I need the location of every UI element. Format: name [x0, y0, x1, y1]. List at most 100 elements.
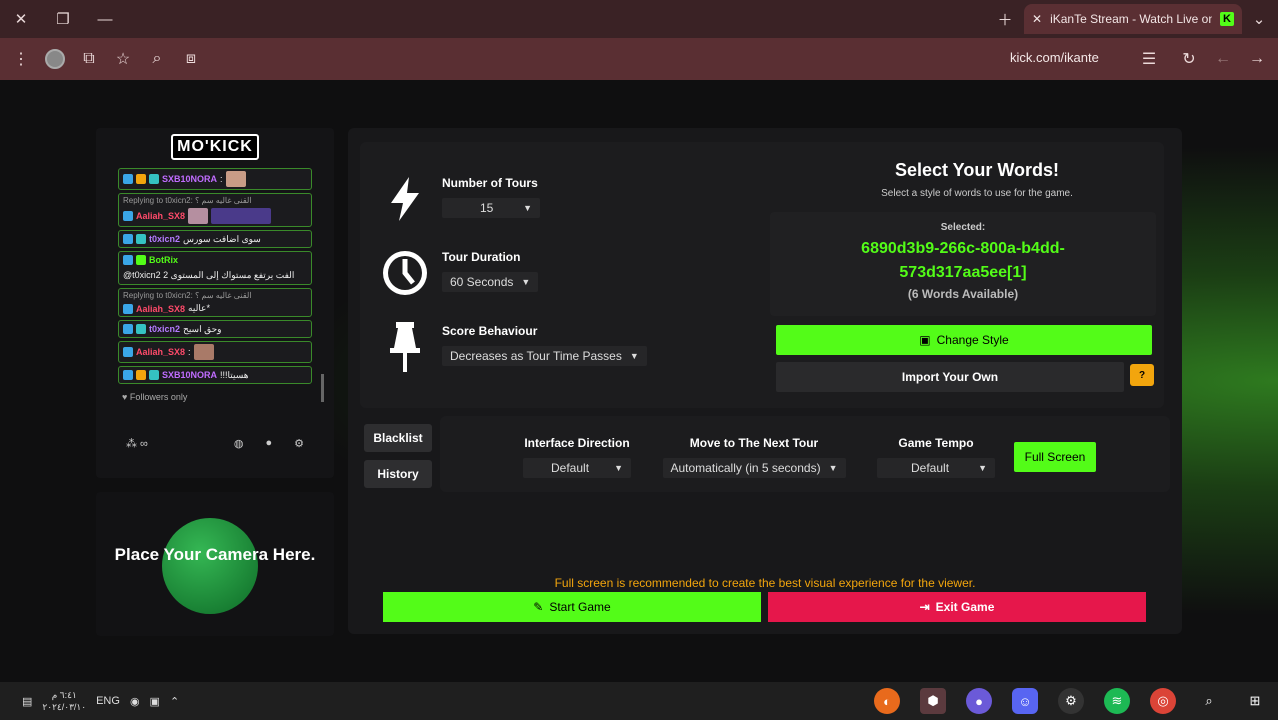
help-button[interactable]: ? [1130, 364, 1154, 386]
blacklist-button[interactable]: Blacklist [364, 424, 432, 452]
chat-message: Replying to t0xicn2: القنى غاليه سم ؟ Aa… [118, 193, 312, 227]
tour-duration-setting: Tour Duration 60 Seconds ▼ [380, 248, 539, 298]
chevron-down-icon: ▼ [523, 203, 532, 213]
emote-icon[interactable]: ◍ [234, 437, 244, 450]
avatar [45, 49, 65, 69]
words-subtitle: Select a style of words to use for the g… [881, 188, 1073, 199]
spotify-icon[interactable]: ≋ [1104, 688, 1130, 714]
page-content: MO'KICK SXB10NORA : Replying to t0xicn2:… [0, 80, 1278, 682]
search-icon[interactable]: ⌕ [1196, 688, 1222, 714]
chat-panel: MO'KICK SXB10NORA : Replying to t0xicn2:… [96, 128, 334, 478]
chevron-down-icon: ▼ [521, 277, 531, 287]
pencil-icon: ✎ [533, 600, 544, 614]
game-settings-panel: Number of Tours 15 ▼ Tour Duration 60 Sec… [348, 128, 1182, 634]
restore-window-icon[interactable]: ❐ [42, 0, 84, 38]
gear-icon[interactable]: ⚙ [294, 437, 304, 450]
game-tempo-option: Game Tempo Default ▼ [876, 434, 996, 478]
search-icon[interactable]: ⌕ [140, 42, 174, 76]
words-title: Select Your Words! [894, 160, 1060, 180]
chevron-down-icon: ▼ [978, 463, 987, 473]
close-window-icon[interactable]: ✕ [0, 0, 42, 38]
interface-options-row: Interface Direction Default ▼ Move to The… [440, 416, 1170, 492]
taskbar: ▤ ٦:٤١ م ٢٠٢٤/٠٣/١٠ ENG ◉ ▣ ⌃ ◐ ⬢ ● ☺ ⚙ … [0, 682, 1278, 720]
score-behaviour-setting: Score Behaviour Decreases as Tour Time P… [380, 322, 647, 372]
firefox-icon[interactable]: ◐ [874, 688, 900, 714]
translate-icon[interactable]: ⧈ [174, 42, 208, 76]
chat-username[interactable]: t0xicn2 [149, 324, 180, 334]
chat-username[interactable]: Aaliah_SX8 [136, 211, 185, 221]
history-button[interactable]: History [364, 460, 432, 488]
chat-icon[interactable]: ● [265, 437, 272, 450]
chat-username[interactable]: BotRix [149, 255, 178, 265]
users-icon[interactable]: ⁂ ∞ [126, 437, 148, 450]
import-your-own-button[interactable]: Import Your Own [776, 362, 1124, 392]
chat-username[interactable]: t0xicn2 [149, 234, 180, 244]
tray-app-icon[interactable]: ▣ [150, 695, 160, 708]
duration-select[interactable]: 60 Seconds ▼ [442, 272, 539, 292]
chat-username[interactable]: SXB10NORA [162, 174, 217, 184]
site-settings-icon[interactable]: ☰ [1132, 42, 1166, 76]
full-screen-recommendation: Full screen is recommended to create the… [554, 576, 976, 590]
change-style-button[interactable]: ▣ Change Style [776, 325, 1152, 355]
extensions-icon[interactable]: ⧉ [72, 42, 106, 76]
chevron-down-icon: ▼ [629, 351, 639, 361]
direction-select[interactable]: Default ▼ [523, 458, 631, 478]
interface-direction-option: Interface Direction Default ▼ [522, 434, 632, 478]
chevron-down-icon: ▼ [614, 463, 623, 473]
mokick-logo: MO'KICK [96, 134, 334, 160]
lightning-icon [380, 174, 430, 224]
words-available-count: (6 Words Available) [907, 287, 1019, 301]
close-tab-icon[interactable]: ✕ [1032, 12, 1042, 26]
new-tab-icon[interactable]: ＋ [984, 0, 1026, 38]
windows-start-icon[interactable]: ⊞ [1242, 688, 1268, 714]
taskbar-apps: ◐ ⬢ ● ☺ ⚙ ≋ ◎ ⌕ ⊞ [874, 682, 1268, 720]
clock-icon [380, 248, 430, 298]
tab-list-chevron-icon[interactable]: ⌄ [1238, 0, 1278, 38]
full-screen-button[interactable]: Full Screen [1014, 442, 1096, 472]
chat-username[interactable]: Aaliah_SX8 [136, 347, 185, 357]
minimize-window-icon[interactable]: — [84, 0, 126, 38]
emote-image [188, 208, 209, 224]
tours-select[interactable]: 15 ▼ [442, 198, 540, 218]
back-arrow-icon[interactable]: ← [1206, 42, 1240, 76]
tempo-select[interactable]: Default ▼ [877, 458, 995, 478]
tab-title: iKanTe Stream - Watch Live on [1050, 12, 1212, 26]
exit-game-button[interactable]: ⇥ Exit Game [768, 592, 1146, 622]
next-tour-select[interactable]: Automatically (in 5 seconds) ▼ [662, 458, 846, 478]
chat-username[interactable]: Aaliah_SX8 [136, 304, 185, 314]
chat-scrollbar[interactable] [321, 374, 324, 402]
menu-dots-icon[interactable]: ⋮ [4, 42, 38, 76]
language-indicator[interactable]: ENG [96, 695, 120, 707]
score-select[interactable]: Decreases as Tour Time Passes ▼ [442, 346, 647, 366]
discord-tray-icon[interactable]: ◉ [130, 695, 140, 708]
emote-image [211, 208, 272, 224]
address-bar-url[interactable]: kick.com/ikante [1010, 50, 1099, 65]
steam-icon[interactable]: ⚙ [1058, 688, 1084, 714]
emote-image [193, 344, 214, 360]
reload-icon[interactable]: ↻ [1172, 42, 1206, 76]
chat-message: Replying to t0xicn2: القنى غاليه سم ؟ Aa… [118, 288, 312, 317]
chat-username[interactable]: SXB10NORA [162, 370, 217, 380]
camera-placeholder-text: Place Your Camera Here. [114, 545, 316, 564]
clock[interactable]: ٦:٤١ م ٢٠٢٤/٠٣/١٠ [42, 689, 86, 713]
exit-door-icon: ⇥ [919, 600, 930, 614]
next-tour-option: Move to The Next Tour Automatically (in … [662, 434, 846, 478]
active-app-icon[interactable]: ⬢ [920, 688, 946, 714]
left-column: MO'KICK SXB10NORA : Replying to t0xicn2:… [96, 128, 334, 636]
reply-reference: Replying to t0xicn2: القنى غاليه سم ؟ [123, 291, 252, 300]
bookmark-star-icon[interactable]: ☆ [106, 42, 140, 76]
selected-words-box: Selected: 6890d3b9-266c-800a-b4dd- 573d3… [770, 212, 1156, 316]
number-of-tours-setting: Number of Tours 15 ▼ [380, 174, 540, 224]
browser-tab[interactable]: ✕ iKanTe Stream - Watch Live on K [1024, 4, 1242, 34]
streaming-app-icon[interactable]: ● [966, 688, 992, 714]
chrome-icon[interactable]: ◎ [1150, 688, 1176, 714]
notification-icon[interactable]: ▤ [22, 695, 32, 708]
profile-avatar[interactable] [38, 42, 72, 76]
chevron-up-icon[interactable]: ⌃ [170, 695, 179, 708]
chevron-down-icon: ▼ [828, 463, 838, 473]
start-game-button[interactable]: ✎ Start Game [383, 592, 761, 622]
forward-arrow-icon[interactable]: → [1240, 42, 1274, 76]
pin-icon [380, 322, 430, 372]
chat-message: SXB10NORA !!!هسيتا [118, 366, 312, 384]
discord-icon[interactable]: ☺ [1012, 688, 1038, 714]
